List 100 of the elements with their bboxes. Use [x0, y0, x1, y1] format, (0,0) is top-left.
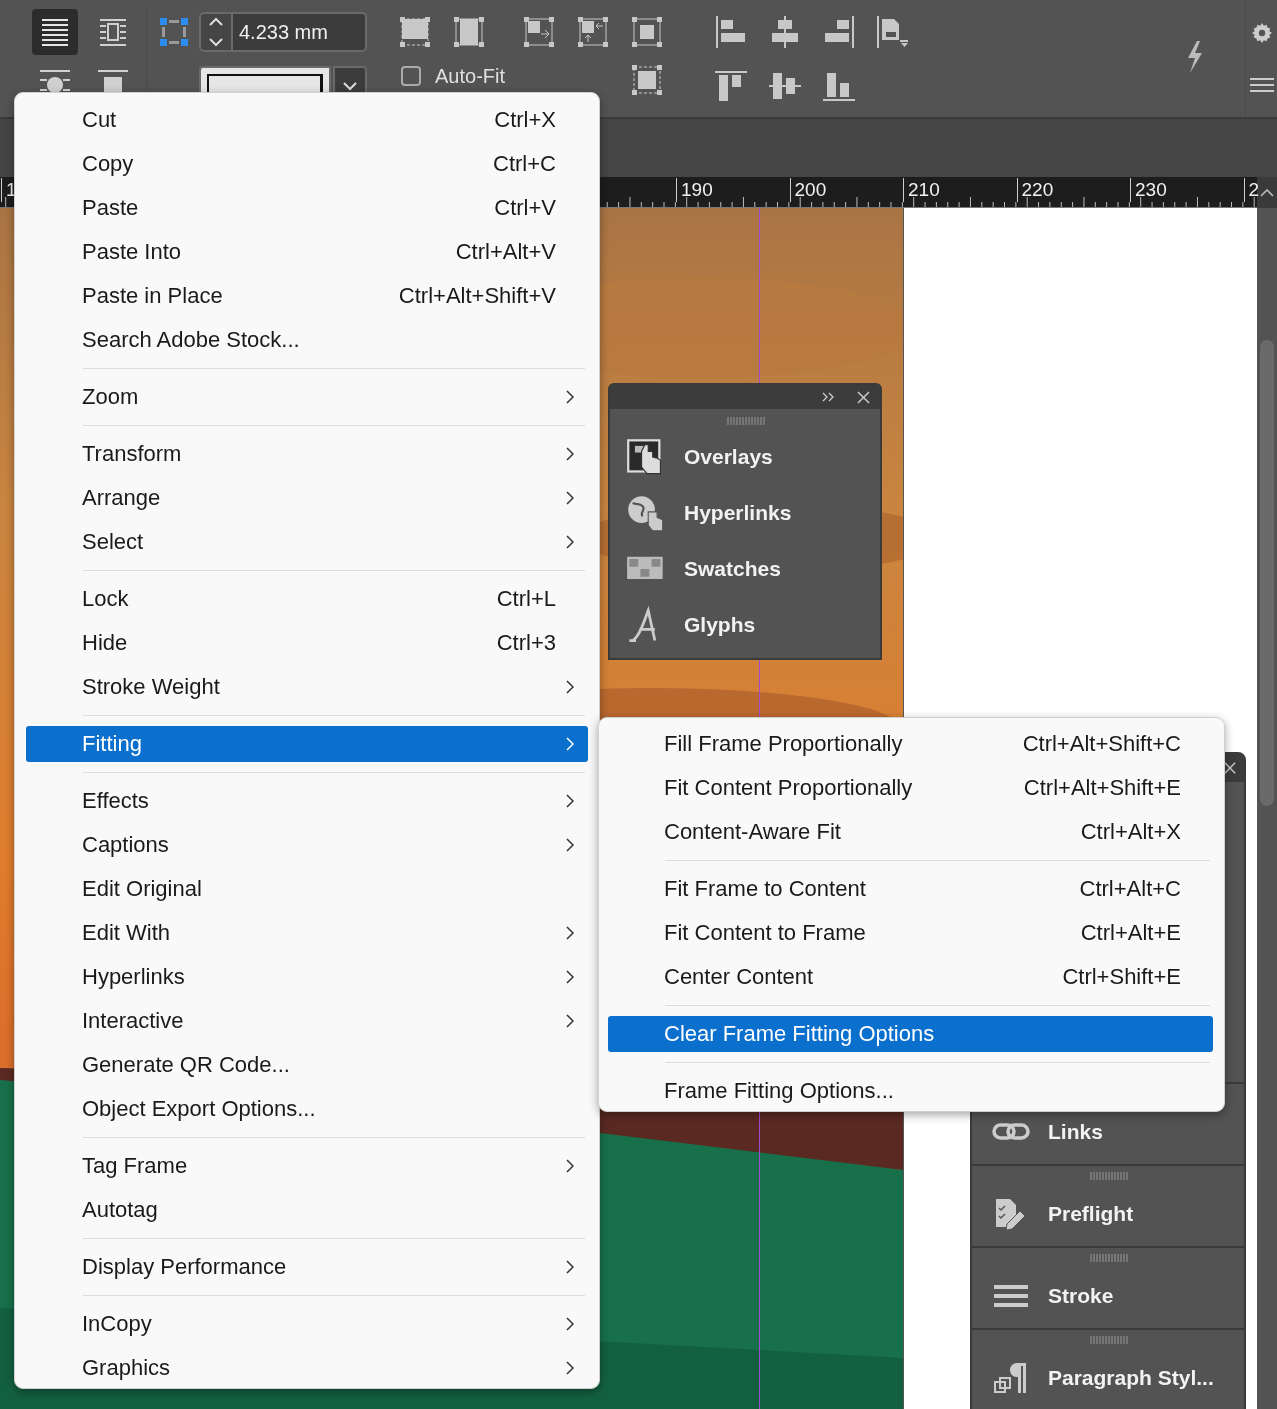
settings-icon[interactable] — [1250, 21, 1273, 44]
menu-item[interactable]: Arrange — [26, 480, 588, 516]
ruler-label: 230 — [1130, 178, 1167, 202]
chevron-right-icon — [566, 535, 574, 549]
chevron-right-icon — [566, 794, 574, 808]
keyboard-shortcut: Ctrl+X — [494, 107, 556, 133]
chevron-right-icon — [566, 926, 574, 940]
text-wrap-box-icon — [97, 16, 129, 48]
panel-item[interactable]: Preflight — [972, 1196, 1244, 1232]
menu-item[interactable]: Fitting — [26, 726, 588, 762]
panel-item[interactable]: Glyphs — [610, 597, 880, 653]
reference-point-icon[interactable] — [159, 17, 189, 47]
menu-item[interactable]: Fill Frame Proportionally Ctrl+Alt+Shift+C — [608, 726, 1213, 762]
chevron-right-icon — [566, 447, 574, 461]
menu-item[interactable]: Fit Content to Frame Ctrl+Alt+E — [608, 915, 1213, 951]
panel-item[interactable]: Hyperlinks — [610, 485, 880, 541]
menu-item[interactable]: Edit Original — [26, 871, 588, 907]
menu-item[interactable]: Graphics — [26, 1350, 588, 1386]
ruler-label: 210 — [903, 178, 940, 202]
menu-item[interactable]: Paste Ctrl+V — [26, 190, 588, 226]
close-icon[interactable] — [1224, 762, 1236, 774]
align-top-icon[interactable] — [713, 68, 750, 104]
menu-item[interactable]: Select — [26, 524, 588, 560]
chevron-right-icon — [566, 1014, 574, 1028]
keyboard-shortcut: Ctrl+V — [494, 195, 556, 221]
menu-item[interactable]: Stroke Weight — [26, 669, 588, 705]
menu-item[interactable]: InCopy — [26, 1306, 588, 1342]
chevron-right-icon — [566, 970, 574, 984]
menu-item[interactable]: Content-Aware Fit Ctrl+Alt+X — [608, 814, 1213, 850]
keyboard-shortcut: Ctrl+Alt+X — [1080, 819, 1181, 845]
menu-item[interactable]: Captions — [26, 827, 588, 863]
close-icon[interactable] — [857, 390, 870, 404]
menu-item[interactable]: Zoom — [26, 379, 588, 415]
keyboard-shortcut: Ctrl+Alt+Shift+E — [1023, 775, 1181, 801]
spin-button[interactable] — [199, 12, 233, 52]
auto-fit-checkbox[interactable] — [401, 66, 421, 86]
grip-handle[interactable] — [1088, 1336, 1128, 1344]
menu-item[interactable]: Fit Content Proportionally Ctrl+Alt+Shift+E — [608, 770, 1213, 806]
chevron-down-icon — [342, 81, 358, 91]
text-wrap-button[interactable] — [32, 9, 78, 55]
keyboard-shortcut: Ctrl+Alt+E — [1080, 920, 1181, 946]
globe-hand-icon — [626, 494, 666, 532]
keyboard-shortcut: Ctrl+C — [493, 151, 556, 177]
menu-item[interactable]: Hyperlinks — [26, 959, 588, 995]
ruler-label: 220 — [1016, 178, 1054, 202]
chevron-right-icon — [566, 838, 574, 852]
menu-item[interactable]: Clear Frame Fitting Options — [608, 1016, 1213, 1052]
keyboard-shortcut: Ctrl+Shift+E — [1062, 964, 1181, 990]
chevron-right-icon — [566, 680, 574, 694]
menu-item[interactable]: Hide Ctrl+3 — [26, 625, 588, 661]
menu-item[interactable]: Generate QR Code... — [26, 1047, 588, 1083]
double-chevron-icon[interactable] — [821, 392, 835, 402]
panel-item[interactable]: Swatches — [610, 541, 880, 597]
ruler-label: 200 — [789, 178, 827, 202]
keyboard-shortcut: Ctrl+Alt+V — [455, 239, 556, 265]
text-wrap-none-icon — [39, 16, 71, 48]
menu-item[interactable]: Paste in Place Ctrl+Alt+Shift+V — [26, 278, 588, 314]
chevron-right-icon — [566, 1260, 574, 1274]
menu-item[interactable]: Display Performance — [26, 1249, 588, 1285]
panel-item[interactable]: Links — [972, 1114, 1244, 1150]
panel-item[interactable]: Overlays — [610, 429, 880, 485]
ruler-label: 190 — [676, 178, 713, 202]
grip-handle[interactable] — [1088, 1172, 1128, 1180]
center-content-icon[interactable] — [629, 14, 665, 50]
chevron-up-icon — [1260, 188, 1274, 197]
menu-item[interactable]: Fit Frame to Content Ctrl+Alt+C — [608, 871, 1213, 907]
menu-item[interactable]: Object Export Options... — [26, 1091, 588, 1127]
menu-item[interactable]: Transform — [26, 436, 588, 472]
menu-item[interactable]: Effects — [26, 783, 588, 819]
keyboard-shortcut: Ctrl+3 — [496, 630, 556, 656]
menu-item[interactable]: Copy Ctrl+C — [26, 146, 588, 182]
chevron-right-icon — [566, 1317, 574, 1331]
fit-content-icon[interactable] — [451, 14, 487, 50]
grip-handle[interactable] — [1088, 1254, 1128, 1262]
panel-item[interactable]: Paragraph Styl... — [972, 1360, 1244, 1396]
chevron-right-icon — [566, 491, 574, 505]
menu-item[interactable]: Autotag — [26, 1192, 588, 1228]
panel-item[interactable]: Stroke — [972, 1278, 1244, 1314]
up-down-arrows-icon — [208, 15, 224, 49]
keyboard-shortcut: Ctrl+L — [496, 586, 556, 612]
chevron-right-icon — [566, 390, 574, 404]
fit-frame-to-content-icon[interactable] — [521, 14, 557, 50]
menu-item[interactable]: Tag Frame — [26, 1148, 588, 1184]
menu-item[interactable]: Lock Ctrl+L — [26, 581, 588, 617]
offset-field[interactable]: 4.233 mm — [233, 12, 367, 52]
checkbox-label: Auto-Fit — [435, 64, 506, 88]
menu-item[interactable]: Frame Fitting Options... — [608, 1073, 1213, 1109]
menu-item[interactable]: Interactive — [26, 1003, 588, 1039]
grip-handle[interactable] — [725, 417, 765, 425]
menu-item[interactable]: Search Adobe Stock... — [26, 322, 588, 358]
keyboard-shortcut: Ctrl+Alt+Shift+V — [398, 283, 556, 309]
fill-frame-icon[interactable] — [397, 14, 433, 50]
scroll-up-button[interactable] — [1257, 177, 1277, 208]
menu-item[interactable]: Paste Into Ctrl+Alt+V — [26, 234, 588, 270]
chevron-right-icon — [566, 737, 574, 751]
chevron-right-icon — [566, 1361, 574, 1375]
menu-item[interactable]: Edit With — [26, 915, 588, 951]
menu-item[interactable]: Center Content Ctrl+Shift+E — [608, 959, 1213, 995]
fit-content-to-frame-icon[interactable] — [575, 14, 611, 50]
menu-item[interactable]: Cut Ctrl+X — [26, 102, 588, 138]
